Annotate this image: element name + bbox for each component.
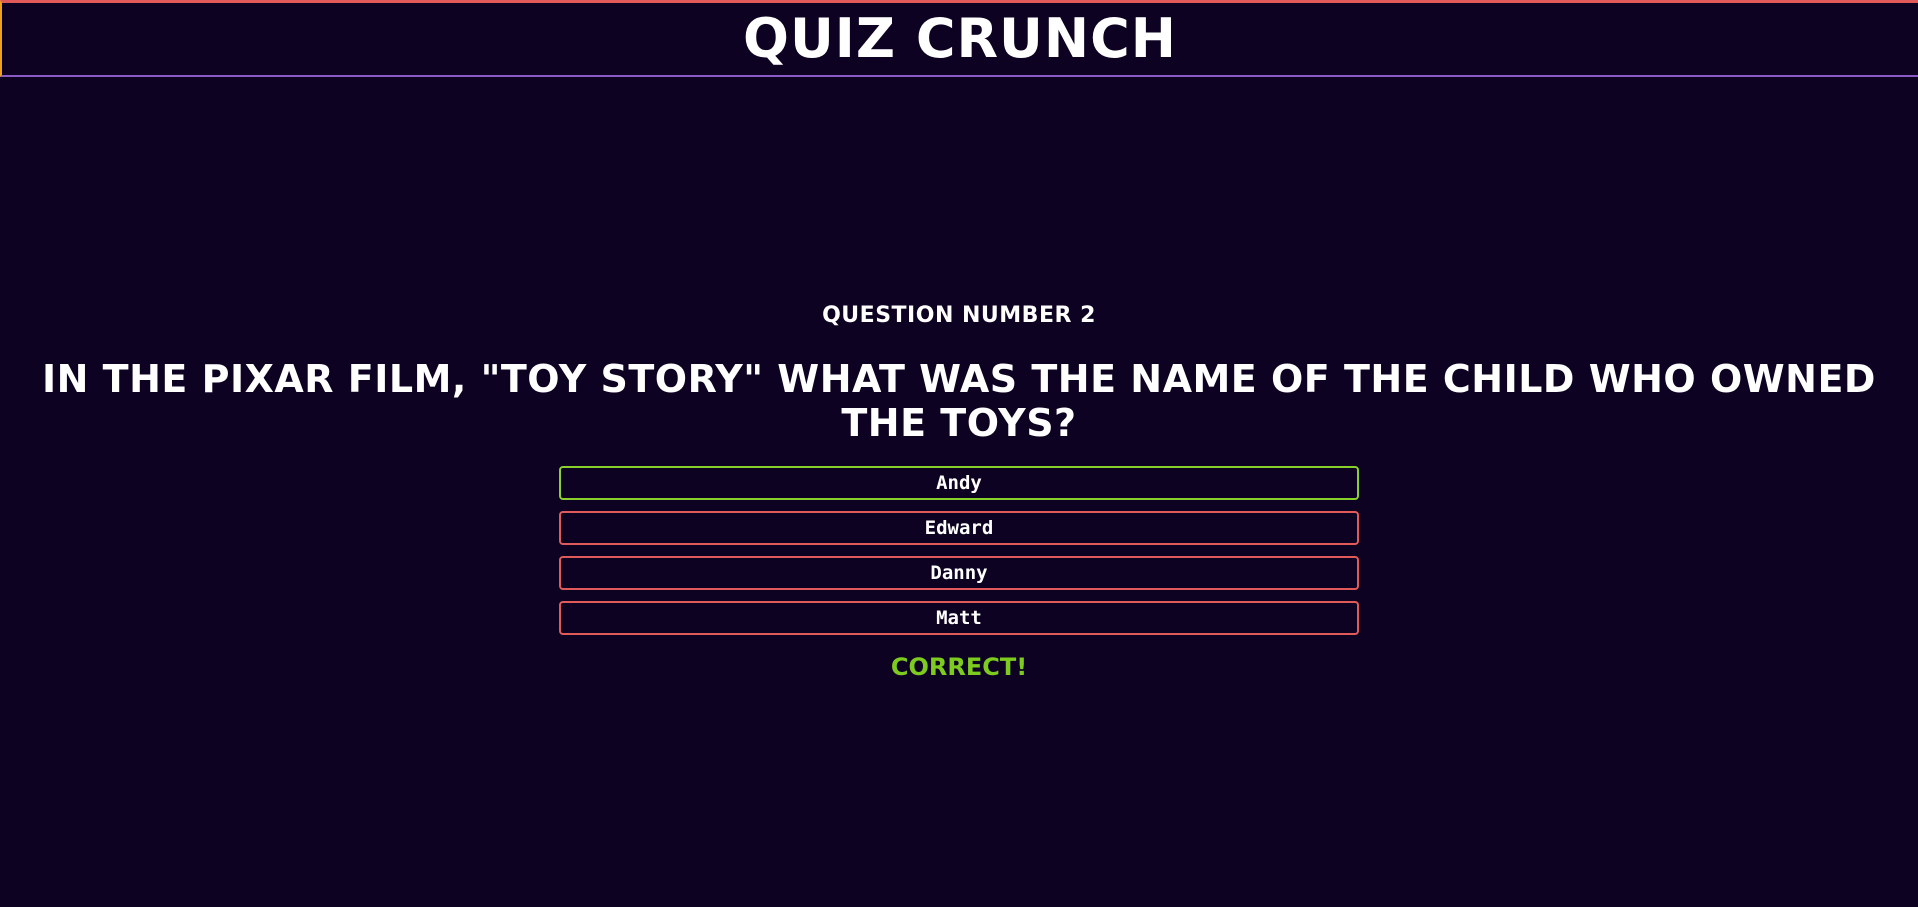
quiz-container: QUESTION NUMBER 2 IN THE PIXAR FILM, "TO… <box>0 295 1918 679</box>
answer-feedback: CORRECT! <box>890 653 1028 681</box>
answer-list: Andy Edward Danny Matt <box>559 466 1359 635</box>
answer-button-edward[interactable]: Edward <box>559 511 1359 545</box>
question-number: QUESTION NUMBER 2 <box>822 303 1096 328</box>
answer-button-andy[interactable]: Andy <box>559 466 1359 500</box>
app-header: QUIZ CRUNCH <box>0 0 1918 77</box>
answer-button-matt[interactable]: Matt <box>559 601 1359 635</box>
answer-button-danny[interactable]: Danny <box>559 556 1359 590</box>
question-text: IN THE PIXAR FILM, "TOY STORY" WHAT WAS … <box>42 357 1876 445</box>
app-title: QUIZ CRUNCH <box>743 7 1177 70</box>
